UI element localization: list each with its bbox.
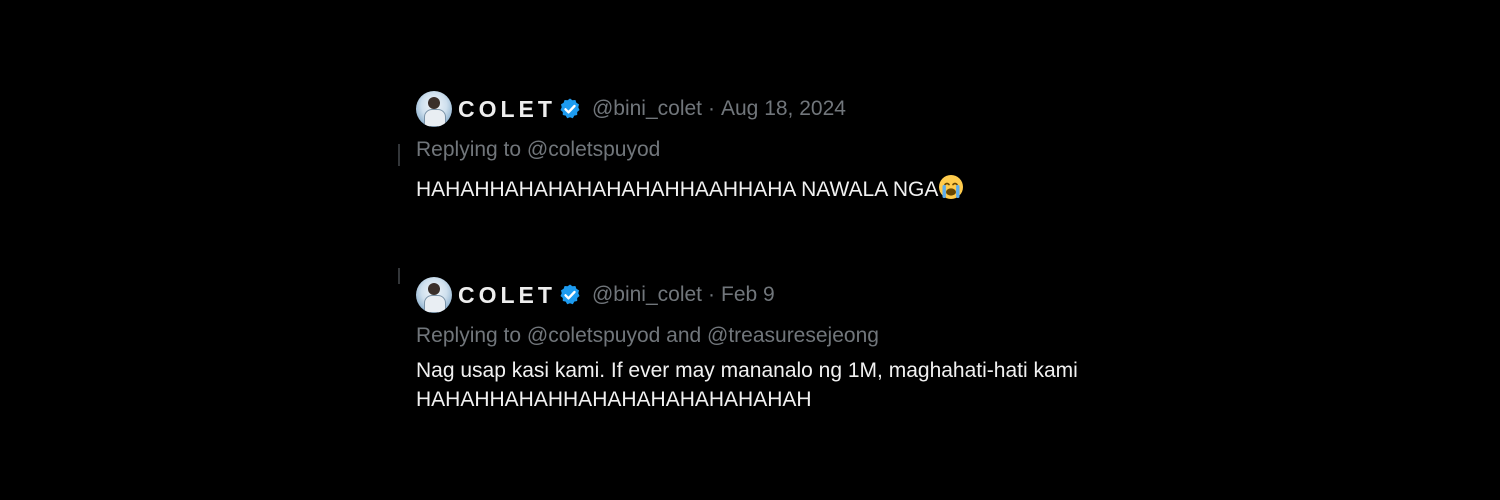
separator: · <box>708 97 715 120</box>
mention-link[interactable]: @coletspuyod <box>527 138 660 161</box>
verified-badge-icon <box>560 284 580 305</box>
verified-badge-icon <box>560 98 580 119</box>
avatar[interactable] <box>416 91 452 127</box>
display-name[interactable]: COLET <box>458 96 556 123</box>
mention-link[interactable]: @coletspuyod and @treasuresejeong <box>527 324 879 347</box>
tweet-text-line: HAHAHHAHAHHAHAHAHAHAHAHAHAH <box>416 388 812 411</box>
tweet-header: COLET @bini_colet · Aug 18, 2024 <box>416 90 1176 128</box>
tweet[interactable]: COLET @bini_colet · Feb 9 Replying to @col… <box>416 276 1176 414</box>
tweet-header: COLET @bini_colet · Feb 9 <box>416 276 1176 314</box>
tweet-text: Nag usap kasi kami. If ever may mananalo… <box>416 356 1176 414</box>
tweet-date[interactable]: Aug 18, 2024 <box>721 97 846 120</box>
handle[interactable]: @bini_colet <box>592 97 702 120</box>
replying-to: Replying to @coletspuyod <box>416 132 1176 168</box>
avatar-head <box>428 97 440 109</box>
avatar-torso <box>424 295 446 313</box>
handle-meta: @bini_colet · Feb 9 <box>592 283 775 307</box>
tweet-text: HAHAHHAHAHAHAHAHAHHAAHHAHA NAWALA NGA <box>416 174 1176 204</box>
avatar-head <box>428 283 440 295</box>
replying-prefix: Replying to <box>416 138 522 161</box>
avatar[interactable] <box>416 277 452 313</box>
avatar-torso <box>424 109 446 127</box>
tweet-text-content: HAHAHHAHAHAHAHAHAHHAAHHAHA NAWALA NGA <box>416 178 939 201</box>
thread-line <box>398 268 400 284</box>
crying-face-emoji-icon <box>939 175 964 199</box>
handle-meta: @bini_colet · Aug 18, 2024 <box>592 97 846 121</box>
thread-line <box>398 144 400 166</box>
tweet-date[interactable]: Feb 9 <box>721 283 775 306</box>
display-name[interactable]: COLET <box>458 282 556 309</box>
tweet[interactable]: COLET @bini_colet · Aug 18, 2024 Replying … <box>416 90 1176 204</box>
replying-to: Replying to @coletspuyod and @treasurese… <box>416 318 1176 354</box>
replying-prefix: Replying to <box>416 324 522 347</box>
handle[interactable]: @bini_colet <box>592 283 702 306</box>
tweet-text-line: Nag usap kasi kami. If ever may mananalo… <box>416 359 1078 382</box>
separator: · <box>708 283 715 306</box>
